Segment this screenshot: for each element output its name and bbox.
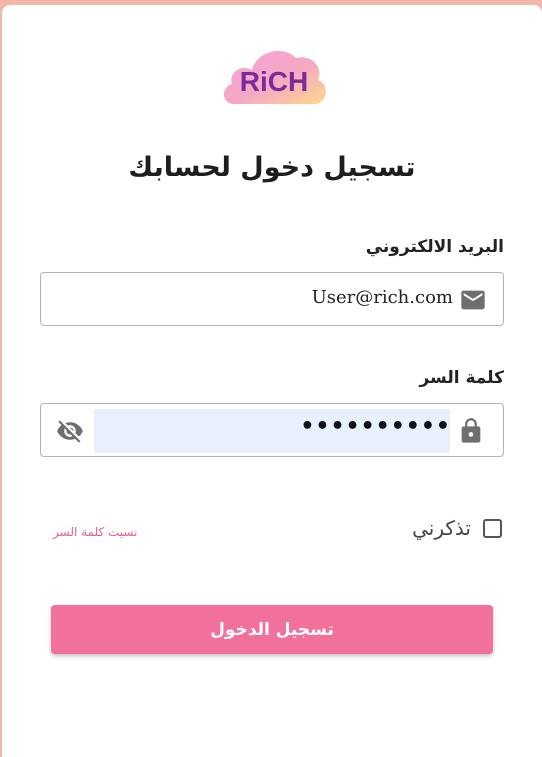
email-field[interactable]: User@rich.com [40,272,504,326]
login-card: RiCH تسجيل دخول لحسابك البريد الالكتروني… [2,5,542,757]
email-value[interactable]: User@rich.com [312,287,453,308]
password-value: •••••••••• [300,414,451,439]
page-title: تسجيل دخول لحسابك [128,152,416,183]
remember-label: تذكرني [412,516,471,540]
email-label: البريد الالكتروني [365,237,504,257]
mail-icon [461,290,485,310]
password-field[interactable]: •••••••••• [40,403,504,457]
rich-logo: RiCH [223,50,326,104]
remember-me[interactable]: تذكرني [412,516,502,540]
forgot-password-link[interactable]: نسيت كلمة السر [53,525,137,539]
remember-checkbox[interactable] [483,518,502,538]
login-button[interactable]: تسجيل الدخول [51,605,493,654]
logo-text: RiCH [240,66,308,97]
lock-icon [461,418,481,443]
password-label: كلمة السر [419,368,504,388]
eye-off-icon[interactable] [56,417,84,445]
